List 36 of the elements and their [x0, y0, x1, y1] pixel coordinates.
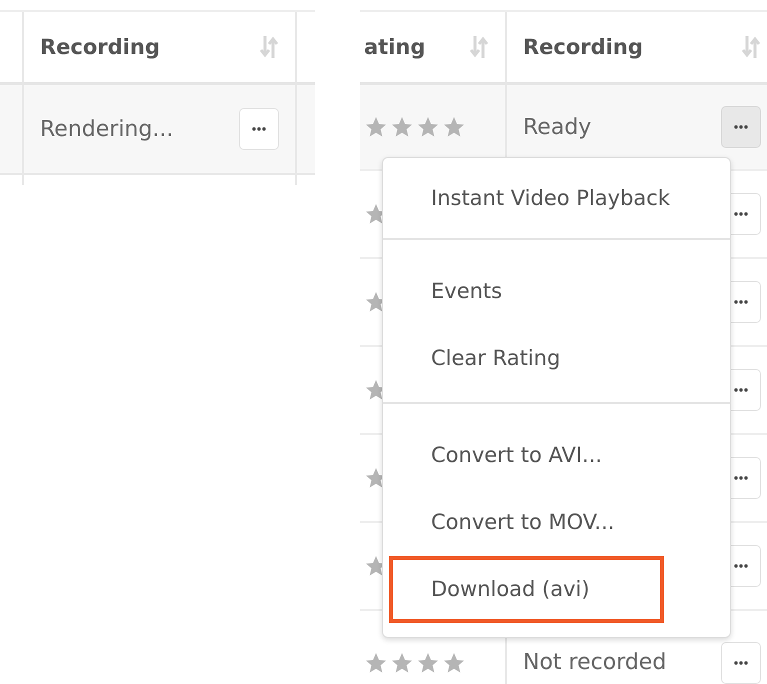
star-icon[interactable]	[442, 650, 466, 674]
more-icon	[734, 388, 748, 392]
more-icon	[252, 127, 266, 131]
recording-status: Not recorded	[523, 650, 666, 675]
more-icon	[734, 564, 748, 568]
star-icon[interactable]	[416, 650, 440, 674]
recording-status: Rendering...	[40, 116, 174, 142]
more-icon	[734, 125, 748, 129]
sort-icon[interactable]	[259, 34, 279, 60]
sort-icon[interactable]	[741, 34, 761, 60]
star-icon[interactable]	[364, 650, 388, 674]
more-icon	[734, 476, 748, 480]
column-header[interactable]: Recording	[40, 35, 160, 59]
column-header[interactable]: Recording	[523, 35, 643, 59]
menu-item[interactable]: Clear Rating	[383, 325, 730, 392]
star-icon[interactable]	[364, 115, 388, 139]
menu-item[interactable]: Instant Video Playback	[383, 168, 730, 228]
menu-item[interactable]: Events	[383, 258, 730, 325]
more-icon	[734, 212, 748, 216]
sort-icon[interactable]	[469, 34, 489, 60]
star-rating[interactable]	[364, 115, 466, 139]
more-button[interactable]	[721, 642, 761, 684]
star-rating[interactable]	[364, 650, 466, 674]
more-icon	[734, 300, 748, 304]
more-button[interactable]	[239, 108, 279, 150]
menu-item[interactable]: Convert to MOV...	[383, 489, 730, 556]
star-icon[interactable]	[416, 115, 440, 139]
column-header[interactable]: ating	[364, 35, 426, 59]
star-icon[interactable]	[442, 115, 466, 139]
menu-item[interactable]: Convert to AVI...	[383, 422, 730, 489]
menu-item[interactable]: Download (avi)	[389, 556, 664, 623]
more-icon	[734, 660, 748, 664]
star-icon[interactable]	[390, 115, 414, 139]
star-icon[interactable]	[390, 650, 414, 674]
recording-status: Ready	[523, 114, 592, 140]
more-button[interactable]	[721, 106, 761, 148]
